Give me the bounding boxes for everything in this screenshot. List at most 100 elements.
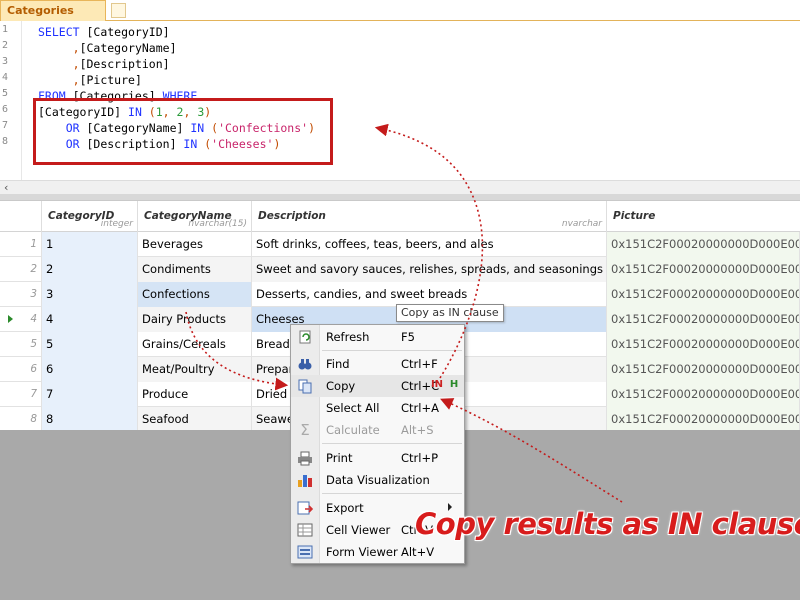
code-line: ,[Description]	[38, 56, 170, 72]
cell-categoryname[interactable]: Dairy Products	[138, 307, 252, 332]
column-name: Description	[258, 210, 326, 222]
cell-picture[interactable]: 0x151C2F00020000000D000E0014002100	[607, 282, 800, 307]
cell-description[interactable]: Sweet and savory sauces, relishes, sprea…	[252, 257, 607, 282]
cell-categoryid[interactable]: 4	[42, 307, 138, 332]
menu-item-shortcut: Alt+V	[401, 545, 435, 559]
menu-item-refresh[interactable]: Refresh F5	[291, 326, 464, 348]
column-name: Picture	[613, 210, 656, 222]
cell-viewer-icon	[297, 522, 313, 538]
column-header-description[interactable]: Description nvarchar	[252, 201, 607, 232]
cell-picture[interactable]: 0x151C2F00020000000D000E0014002100	[607, 357, 800, 382]
cell-categoryid[interactable]: 6	[42, 357, 138, 382]
column-header-picture[interactable]: Picture	[607, 201, 800, 232]
menu-item-shortcut: F5	[401, 330, 415, 344]
menu-item-shortcut: Ctrl+A	[401, 401, 439, 415]
copy-as-in-button[interactable]: IN	[430, 377, 444, 392]
column-type: integer	[100, 219, 133, 229]
cell-categoryname[interactable]: Beverages	[138, 232, 252, 257]
column-type: nvarchar(15)	[188, 219, 247, 229]
code-token: SELECT	[38, 25, 87, 39]
where-clause-highlight	[33, 98, 333, 165]
sigma-icon: Σ	[300, 421, 310, 439]
tab-categories[interactable]: Categories (15)*	[0, 0, 106, 36]
form-viewer-icon	[297, 544, 313, 560]
cell-picture[interactable]: 0x151C2F00020000000D000E0014002100	[607, 382, 800, 407]
menu-item-label: Export	[326, 501, 364, 515]
menu-item-shortcut: Alt+S	[401, 423, 434, 437]
row-number: 2	[0, 257, 42, 282]
cell-categoryname[interactable]: Grains/Cereals	[138, 332, 252, 357]
row-number: 5	[0, 332, 42, 357]
code-line: ,[Picture]	[38, 72, 142, 88]
code-line: SELECT [CategoryID]	[38, 24, 170, 40]
code-token: [Description]	[79, 57, 170, 71]
cell-picture[interactable]: 0x151C2F00020000000D000E0014002100	[607, 232, 800, 257]
cell-categoryname[interactable]: Produce	[138, 382, 252, 407]
row-number-header	[0, 201, 42, 232]
tab-strip: Categories (15)*	[0, 0, 800, 36]
menu-item-label: Find	[326, 357, 350, 371]
row-number: 1	[0, 232, 42, 257]
line-number: 3	[2, 56, 9, 67]
cell-picture[interactable]: 0x151C2F00020000000D000E0014002100	[607, 407, 800, 432]
cell-picture[interactable]: 0x151C2F00020000000D000E0014002100	[607, 257, 800, 282]
app-window: Categories (15)* 1 2 3 4 5 6 7 8 SELECT …	[0, 0, 800, 600]
menu-item-find[interactable]: Find Ctrl+F	[291, 353, 464, 375]
menu-item-print[interactable]: Print Ctrl+P	[291, 447, 464, 469]
cell-picture[interactable]: 0x151C2F00020000000D000E0014002100	[607, 307, 800, 332]
column-header-categoryname[interactable]: CategoryName nvarchar(15)	[138, 201, 252, 232]
menu-item-calculate[interactable]: Σ Calculate Alt+S	[291, 419, 464, 441]
cell-description[interactable]: Soft drinks, coffees, teas, beers, and a…	[252, 232, 607, 257]
cell-picture[interactable]: 0x151C2F00020000000D000E0014002100	[607, 332, 800, 357]
menu-item-label: Cell Viewer	[326, 523, 391, 537]
copy-icon	[297, 378, 313, 394]
line-number: 7	[2, 120, 9, 131]
line-number-gutter: 1 2 3 4 5 6 7 8	[0, 21, 22, 180]
menu-item-label: Data Visualization	[326, 473, 430, 487]
copy-as-in-tooltip: Copy as IN clause	[396, 304, 504, 322]
row-number: 3	[0, 282, 42, 307]
cell-categoryname[interactable]: Meat/Poultry	[138, 357, 252, 382]
cell-categoryid[interactable]: 8	[42, 407, 138, 432]
table-row[interactable]: 1 1 Beverages Soft drinks, coffees, teas, b…	[0, 232, 800, 257]
cell-categoryname[interactable]: Seafood	[138, 407, 252, 432]
menu-separator	[322, 493, 462, 494]
code-line: ,[CategoryName]	[38, 40, 177, 56]
printer-icon	[297, 450, 313, 466]
cell-categoryid[interactable]: 2	[42, 257, 138, 282]
scroll-left-icon[interactable]: ‹	[4, 181, 8, 194]
menu-item-form-viewer[interactable]: Form Viewer Alt+V	[291, 541, 464, 563]
column-type: nvarchar	[561, 219, 602, 229]
line-number: 4	[2, 72, 9, 83]
cell-categoryid[interactable]: 3	[42, 282, 138, 307]
binoculars-icon	[297, 356, 313, 372]
menu-item-data-visualization[interactable]: Data Visualization	[291, 469, 464, 491]
cell-categoryid[interactable]: 5	[42, 332, 138, 357]
chart-icon	[297, 472, 313, 488]
column-header-categoryid[interactable]: CategoryID integer	[42, 201, 138, 232]
sql-editor[interactable]: 1 2 3 4 5 6 7 8 SELECT [CategoryID] ,[Ca…	[0, 21, 800, 180]
line-number: 5	[2, 88, 9, 99]
menu-separator	[322, 443, 462, 444]
code-token: ,	[72, 57, 80, 71]
cell-categoryid[interactable]: 1	[42, 232, 138, 257]
current-row-icon	[8, 315, 13, 323]
cell-categoryname[interactable]: Confections	[138, 282, 252, 307]
code-token: [Picture]	[79, 73, 142, 87]
code-token: [CategoryName]	[79, 41, 177, 55]
new-tab-button[interactable]	[111, 3, 126, 18]
menu-item-shortcut: Ctrl+F	[401, 357, 438, 371]
export-icon	[297, 500, 314, 516]
cell-categoryname[interactable]: Condiments	[138, 257, 252, 282]
menu-item-label: Copy	[326, 379, 356, 393]
editor-horizontal-scrollbar[interactable]: ‹	[0, 180, 800, 194]
row-number: 8	[0, 407, 42, 432]
cell-categoryid[interactable]: 7	[42, 382, 138, 407]
menu-item-label: Refresh	[326, 330, 370, 344]
copy-as-html-button[interactable]: H	[448, 377, 460, 392]
menu-item-select-all[interactable]: Select All Ctrl+A	[291, 397, 464, 419]
table-row[interactable]: 2 2 Condiments Sweet and savory sauces, rel…	[0, 257, 800, 282]
menu-item-label: Calculate	[326, 423, 380, 437]
code-token: ,	[72, 41, 80, 55]
